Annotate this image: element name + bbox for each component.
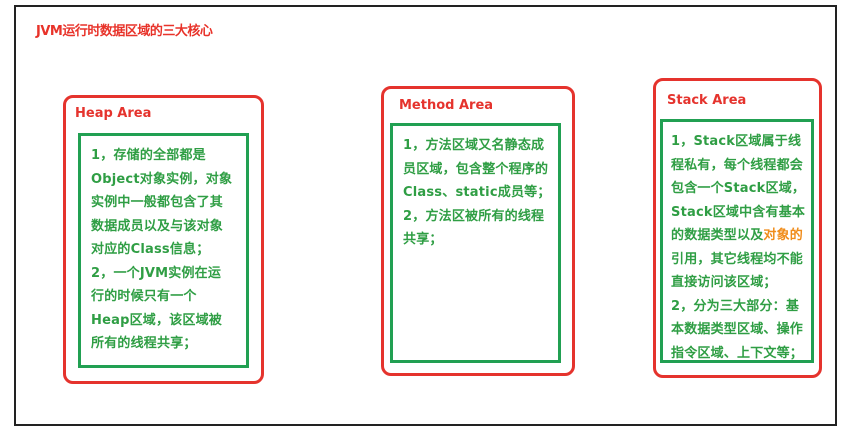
heap-line: 实例中一般都包含了其 bbox=[91, 195, 224, 210]
method-line: 2，方法区被所有的线程 bbox=[403, 208, 545, 224]
stack-line-highlight: 对象的 bbox=[763, 228, 804, 243]
heap-line: Object对象实例，对象 bbox=[91, 171, 233, 187]
method-line: 员区域，包含整个程序的 bbox=[403, 161, 549, 177]
heap-line: 数据成员以及与该对象 bbox=[91, 218, 224, 234]
stack-line: 本数据类型区域、操作 bbox=[671, 322, 804, 337]
heap-line: 2，一个JVM实例在运 bbox=[91, 265, 222, 281]
stack-line-green-part: 的数据类型以及 bbox=[671, 228, 764, 243]
stack-area-label: Stack Area bbox=[667, 93, 747, 108]
stack-line: 指令区域、上下文等； bbox=[671, 345, 804, 361]
stack-line: Stack区域中含有基本 bbox=[671, 204, 806, 220]
method-area-label: Method Area bbox=[399, 98, 494, 113]
heap-line: 对应的Class信息； bbox=[91, 242, 210, 257]
heap-line: Heap区域，该区域被 bbox=[91, 312, 222, 328]
stack-area-content: 1，Stack区域属于线 程私有，每个线程都会 包含一个Stack区域， Sta… bbox=[660, 119, 814, 363]
stack-line: 的数据类型以及对象的 bbox=[671, 224, 809, 248]
heap-line: 所有的线程共享； bbox=[91, 336, 197, 351]
diagram-title: JVM运行时数据区域的三大核心 bbox=[36, 24, 213, 39]
stack-line: 1，Stack区域属于线 bbox=[671, 134, 802, 149]
heap-line: 1，存储的全部都是 bbox=[91, 148, 206, 163]
stack-line: 2，分为三大部分：基 bbox=[671, 298, 800, 314]
heap-area-label: Heap Area bbox=[75, 106, 152, 121]
heap-line: 行的时候只有一个 bbox=[91, 289, 197, 304]
method-area-content: 1，方法区域又名静态成 员区域，包含整个程序的 Class、static成员等；… bbox=[390, 123, 561, 363]
heap-area-content: 1，存储的全部都是 Object对象实例，对象 实例中一般都包含了其 数据成员以… bbox=[78, 133, 249, 368]
method-line: 1，方法区域又名静态成 bbox=[403, 138, 545, 153]
method-line: Class、static成员等； bbox=[403, 185, 551, 200]
method-line: 共享； bbox=[403, 232, 443, 247]
stack-line: 包含一个Stack区域， bbox=[671, 181, 806, 196]
stack-line-highlight: 引用，其它线程均不能 bbox=[671, 251, 804, 267]
stack-line-highlight: 直接访问该区域； bbox=[671, 275, 777, 290]
stack-line: 程私有，每个线程都会 bbox=[671, 157, 804, 173]
